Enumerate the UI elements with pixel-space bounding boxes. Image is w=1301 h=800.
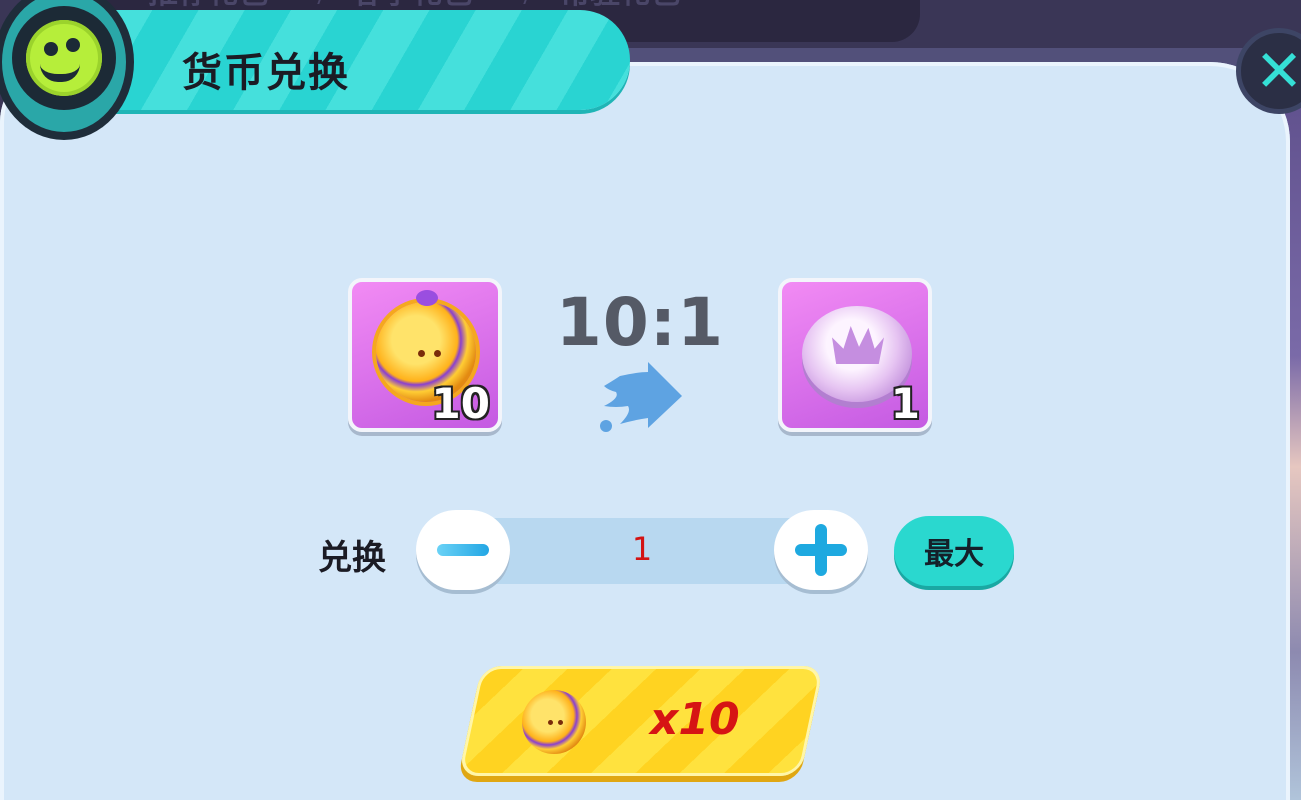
minus-icon (437, 544, 489, 556)
mascot-face-icon (26, 20, 102, 96)
target-currency-count: 1 (890, 379, 920, 428)
increase-button[interactable] (774, 510, 868, 590)
exchange-quantity-label: 兑换 (318, 538, 386, 578)
arrow-right-icon (600, 362, 682, 432)
quantity-value[interactable]: 1 (462, 530, 822, 568)
source-currency-count: 10 (431, 379, 490, 428)
gold-coin-icon (522, 690, 586, 754)
source-currency-card: 10 (348, 278, 502, 432)
close-icon: ✕ (1254, 37, 1301, 105)
exchange-ratio: 10:1 (555, 284, 725, 361)
max-button-label: 最大 (924, 537, 984, 572)
confirm-cost: x10 (650, 694, 740, 745)
dialog-header: 货币兑换 (60, 10, 630, 110)
max-button[interactable]: 最大 (894, 516, 1014, 586)
target-currency-card: 1 (778, 278, 932, 432)
tab-divider (317, 0, 329, 4)
dialog-title: 货币兑换 (182, 50, 350, 96)
tab-divider (523, 0, 535, 4)
decrease-button[interactable] (416, 510, 510, 590)
crown-icon (832, 326, 884, 364)
confirm-exchange-button[interactable] (458, 666, 824, 776)
plus-icon (795, 524, 847, 576)
